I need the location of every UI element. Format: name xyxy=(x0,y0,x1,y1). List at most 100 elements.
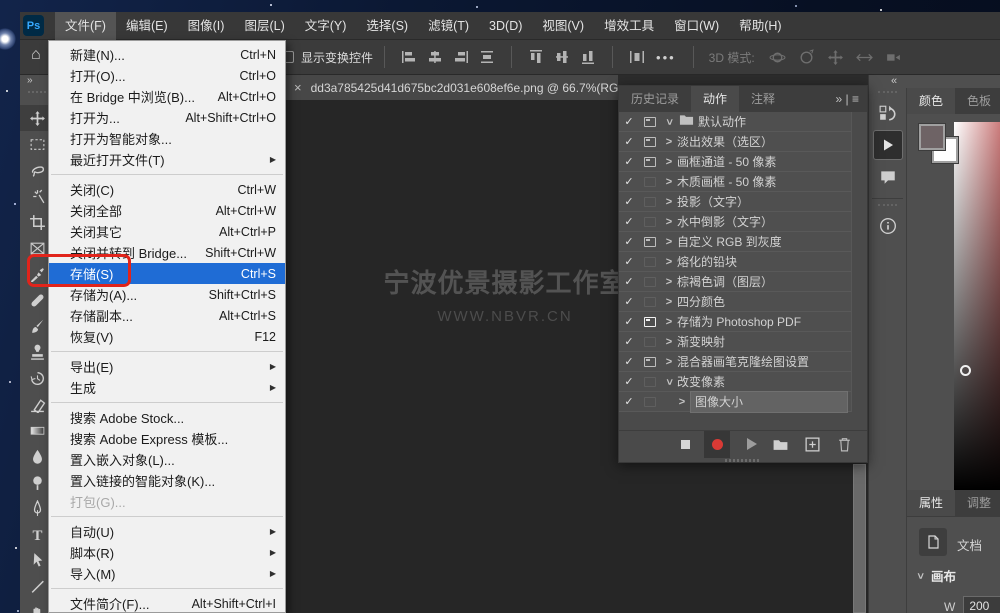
new-action-icon[interactable] xyxy=(804,436,821,453)
menu-item-6[interactable]: 滤镜(T) xyxy=(418,12,479,40)
align-center-horizontal-icon[interactable] xyxy=(427,49,443,65)
action-row[interactable]: ✓>图像大小 xyxy=(619,392,851,412)
action-row[interactable]: ✓>混合器画笔克隆绘图设置 xyxy=(619,352,851,372)
menu-item-5[interactable]: 选择(S) xyxy=(356,12,418,40)
color-picker-ring[interactable] xyxy=(960,365,971,376)
play-button[interactable] xyxy=(747,438,757,450)
action-dialog-toggle[interactable] xyxy=(639,377,661,387)
action-dialog-toggle[interactable] xyxy=(639,117,661,127)
action-enabled-check-icon[interactable]: ✓ xyxy=(619,375,639,388)
tab-actions[interactable]: 动作 xyxy=(691,86,739,112)
file-menu-item[interactable]: 文件简介(F)...Alt+Shift+Ctrl+I xyxy=(49,593,285,613)
action-enabled-check-icon[interactable]: ✓ xyxy=(619,315,639,328)
file-menu-item[interactable]: 搜索 Adobe Stock... xyxy=(49,407,285,428)
expand-chevron-icon[interactable]: > xyxy=(661,296,677,308)
document-tab[interactable]: × dd3a785425d41d675bc2d031e608ef6e.png @… xyxy=(285,75,618,100)
expand-chevron-icon[interactable]: > xyxy=(663,114,675,130)
action-enabled-check-icon[interactable]: ✓ xyxy=(619,115,639,128)
file-menu-item[interactable]: 导出(E)▶ xyxy=(49,356,285,377)
action-dialog-toggle[interactable] xyxy=(639,277,661,287)
file-menu-item[interactable]: 关闭全部Alt+Ctrl+W xyxy=(49,200,285,221)
tab-history[interactable]: 历史记录 xyxy=(619,86,691,112)
action-enabled-check-icon[interactable]: ✓ xyxy=(619,255,639,268)
file-menu-item[interactable]: 置入嵌入对象(L)... xyxy=(49,449,285,470)
distribute-vertical-icon[interactable] xyxy=(479,49,495,65)
3d-roll-icon[interactable] xyxy=(798,49,815,66)
action-row[interactable]: ✓>木质画框 - 50 像素 xyxy=(619,172,851,192)
3d-slide-icon[interactable] xyxy=(856,49,873,66)
action-row[interactable]: ✓>自定义 RGB 到灰度 xyxy=(619,232,851,252)
toolbar-grip[interactable] xyxy=(28,91,46,99)
document-properties-icon[interactable] xyxy=(919,528,947,556)
action-enabled-check-icon[interactable]: ✓ xyxy=(619,275,639,288)
file-menu-item[interactable]: 存储为(A)...Shift+Ctrl+S xyxy=(49,284,285,305)
expand-chevron-icon[interactable]: > xyxy=(663,374,675,390)
action-dialog-toggle[interactable] xyxy=(639,337,661,347)
align-bottom-icon[interactable] xyxy=(580,49,596,65)
expand-chevron-icon[interactable]: > xyxy=(661,176,677,188)
file-menu-item[interactable]: 打包(G)... xyxy=(49,491,285,512)
action-row[interactable]: ✓>水中倒影（文字） xyxy=(619,212,851,232)
action-row[interactable]: ✓>熔化的铅块 xyxy=(619,252,851,272)
file-menu-item[interactable]: 搜索 Adobe Express 模板... xyxy=(49,428,285,449)
action-enabled-check-icon[interactable]: ✓ xyxy=(619,195,639,208)
action-enabled-check-icon[interactable]: ✓ xyxy=(619,155,639,168)
action-dialog-toggle[interactable] xyxy=(639,357,661,367)
action-enabled-check-icon[interactable]: ✓ xyxy=(619,135,639,148)
file-menu-item[interactable]: 关闭(C)Ctrl+W xyxy=(49,179,285,200)
expand-chevron-icon[interactable]: > xyxy=(661,276,677,288)
expand-chevron-icon[interactable]: > xyxy=(661,196,677,208)
panel-resize-grip[interactable] xyxy=(725,459,761,462)
menu-item-2[interactable]: 图像(I) xyxy=(178,12,235,40)
file-menu-item[interactable]: 存储副本...Alt+Ctrl+S xyxy=(49,305,285,326)
color-picker-field[interactable] xyxy=(954,122,1000,490)
distribute-horizontal-icon[interactable] xyxy=(629,49,645,65)
file-menu-item[interactable]: 打开(O)...Ctrl+O xyxy=(49,65,285,86)
history-panel-icon[interactable] xyxy=(869,97,907,129)
action-enabled-check-icon[interactable]: ✓ xyxy=(619,355,639,368)
action-enabled-check-icon[interactable]: ✓ xyxy=(619,335,639,348)
action-row[interactable]: ✓>四分颜色 xyxy=(619,292,851,312)
action-enabled-check-icon[interactable]: ✓ xyxy=(619,215,639,228)
action-row[interactable]: ✓>画框通道 - 50 像素 xyxy=(619,152,851,172)
action-row[interactable]: ✓>淡出效果（选区） xyxy=(619,132,851,152)
stop-button[interactable] xyxy=(681,440,690,449)
expand-chevron-icon[interactable]: > xyxy=(661,216,677,228)
action-row[interactable]: ✓>默认动作 xyxy=(619,112,851,132)
file-menu-item[interactable]: 生成▶ xyxy=(49,377,285,398)
action-dialog-toggle[interactable] xyxy=(639,197,661,207)
file-menu-item[interactable]: 最近打开文件(T)▶ xyxy=(49,149,285,170)
align-top-icon[interactable] xyxy=(528,49,544,65)
expand-chevron-icon[interactable]: > xyxy=(661,156,677,168)
panel-menu-icon[interactable]: ≡ xyxy=(852,92,859,106)
align-center-vertical-icon[interactable] xyxy=(554,49,570,65)
menu-item-10[interactable]: 窗口(W) xyxy=(664,12,729,40)
expand-chevron-icon[interactable]: > xyxy=(661,336,677,348)
menu-item-11[interactable]: 帮助(H) xyxy=(729,12,791,40)
file-menu-item[interactable]: 导入(M)▶ xyxy=(49,563,285,584)
align-right-icon[interactable] xyxy=(453,49,469,65)
menu-item-0[interactable]: 文件(F) xyxy=(55,12,116,40)
action-dialog-toggle[interactable] xyxy=(639,317,661,327)
expand-chevron-icon[interactable]: > xyxy=(661,356,677,368)
3d-zoom-icon[interactable] xyxy=(885,49,902,66)
vertical-scrollbar[interactable] xyxy=(853,464,866,613)
more-options-icon[interactable]: ••• xyxy=(656,50,676,65)
menu-item-3[interactable]: 图层(L) xyxy=(234,12,294,40)
actions-panel-icon[interactable] xyxy=(869,129,907,161)
notes-panel-icon[interactable] xyxy=(869,161,907,193)
action-dialog-toggle[interactable] xyxy=(639,237,661,247)
record-button[interactable] xyxy=(704,431,730,458)
tab-adjustments[interactable]: 调整 xyxy=(955,490,1000,516)
file-menu-item[interactable]: 脚本(R)▶ xyxy=(49,542,285,563)
home-icon[interactable]: ⌂ xyxy=(31,46,41,64)
selected-action[interactable]: 图像大小 xyxy=(690,391,848,413)
menu-item-9[interactable]: 增效工具 xyxy=(594,12,664,40)
tab-notes[interactable]: 注释 xyxy=(739,86,787,112)
action-row[interactable]: ✓>存储为 Photoshop PDF xyxy=(619,312,851,332)
foreground-color-swatch[interactable] xyxy=(919,124,945,150)
close-tab-icon[interactable]: × xyxy=(294,80,302,95)
action-dialog-toggle[interactable] xyxy=(639,297,661,307)
tab-properties[interactable]: 属性 xyxy=(907,490,955,516)
action-enabled-check-icon[interactable]: ✓ xyxy=(619,175,639,188)
